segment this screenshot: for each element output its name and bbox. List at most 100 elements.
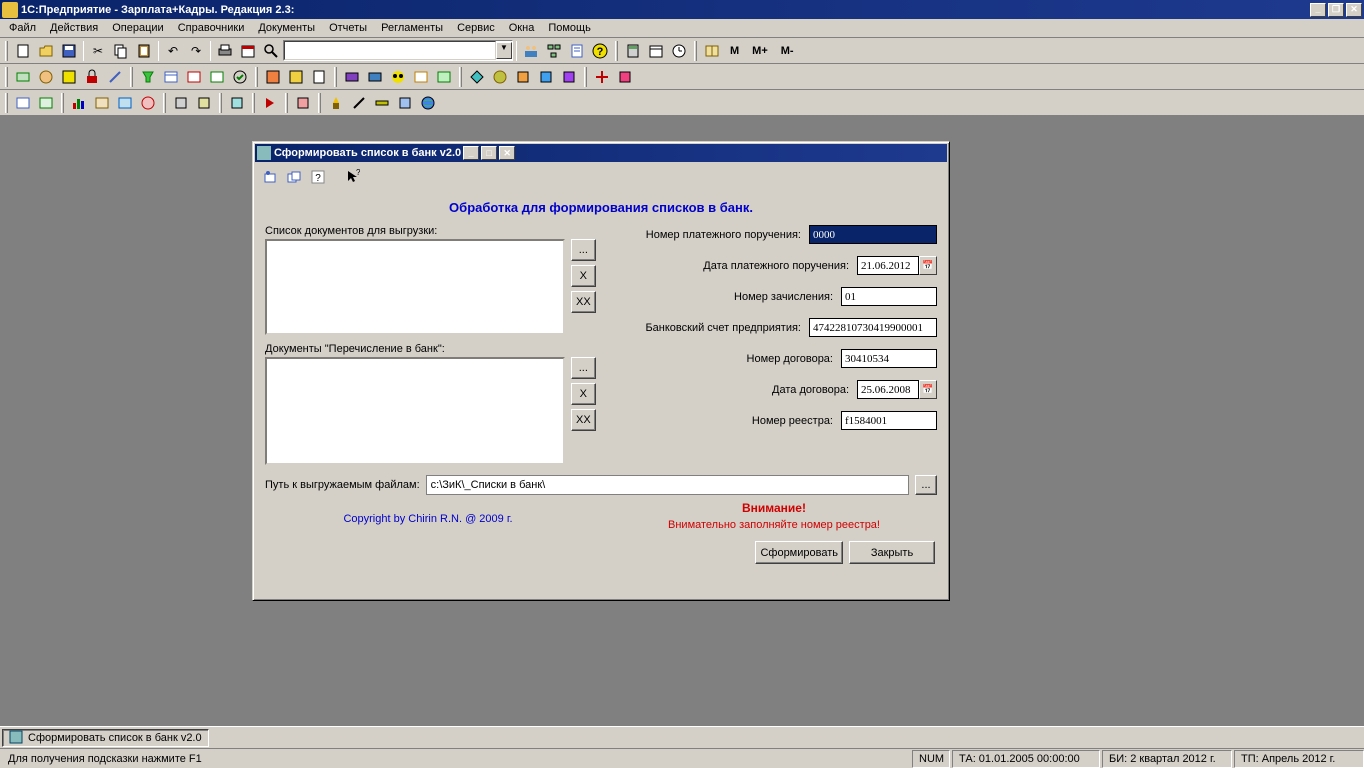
tb3-icon-8[interactable] (193, 92, 215, 114)
tb2-icon-25[interactable] (614, 66, 636, 88)
tb-print-icon[interactable] (214, 40, 236, 62)
restore-button[interactable]: ❐ (1328, 3, 1344, 17)
path-browse-button[interactable]: ... (915, 475, 937, 495)
tb2-icon-2[interactable] (35, 66, 57, 88)
tb2-icon-3[interactable] (58, 66, 80, 88)
tb-memory-mminus[interactable]: M- (775, 40, 800, 62)
tb2-icon-11[interactable] (262, 66, 284, 88)
tb2-icon-4[interactable] (81, 66, 103, 88)
tb3-icon-9[interactable] (226, 92, 248, 114)
contract-date-picker-button[interactable]: 📅 (919, 380, 937, 399)
payment-number-input[interactable] (809, 225, 937, 244)
tb-undo-icon[interactable]: ↶ (162, 40, 184, 62)
transfer-remove-all-button[interactable]: XX (571, 409, 596, 431)
tb3-icon-2[interactable] (35, 92, 57, 114)
tb2-icon-9[interactable] (206, 66, 228, 88)
tb3-icon-14[interactable] (371, 92, 393, 114)
tb-cut-icon[interactable]: ✂ (87, 40, 109, 62)
doclist-remove-all-button[interactable]: XX (571, 291, 596, 313)
tb3-play-icon[interactable] (259, 92, 281, 114)
menu-service[interactable]: Сервис (450, 20, 502, 36)
dlg-tb-help-icon[interactable]: ? (307, 166, 329, 188)
doclist-listbox[interactable] (265, 239, 565, 335)
tb3-globe-icon[interactable] (417, 92, 439, 114)
tb-save-icon[interactable] (58, 40, 80, 62)
minimize-button[interactable]: _ (1310, 3, 1326, 17)
menu-reports[interactable]: Отчеты (322, 20, 374, 36)
doclist-remove-button[interactable]: X (571, 265, 596, 287)
tb-memory-mplus[interactable]: M+ (746, 40, 774, 62)
tb2-icon-6[interactable] (137, 66, 159, 88)
tb3-icon-5[interactable] (114, 92, 136, 114)
bank-account-input[interactable] (809, 318, 937, 337)
tb3-icon-11[interactable] (292, 92, 314, 114)
tb2-icon-13[interactable] (308, 66, 330, 88)
tb2-icon-15[interactable] (364, 66, 386, 88)
close-dialog-button[interactable]: Закрыть (849, 541, 935, 564)
menu-documents[interactable]: Документы (251, 20, 322, 36)
tb-open-icon[interactable] (35, 40, 57, 62)
registry-number-input[interactable] (841, 411, 937, 430)
tb-doc-icon[interactable] (566, 40, 588, 62)
tb2-icon-1[interactable] (12, 66, 34, 88)
tb3-icon-6[interactable] (137, 92, 159, 114)
dialog-minimize-button[interactable]: _ (463, 146, 479, 160)
tb-clock-icon[interactable] (668, 40, 690, 62)
menu-file[interactable]: Файл (2, 20, 43, 36)
tb-book-icon[interactable] (701, 40, 723, 62)
dlg-tb-icon-1[interactable] (259, 166, 281, 188)
tb2-icon-12[interactable] (285, 66, 307, 88)
tb-date-icon[interactable] (645, 40, 667, 62)
tb-people-icon[interactable] (520, 40, 542, 62)
menu-reglaments[interactable]: Регламенты (374, 20, 450, 36)
dialog-maximize-button[interactable]: □ (481, 146, 497, 160)
tb2-icon-14[interactable] (341, 66, 363, 88)
credit-number-input[interactable] (841, 287, 937, 306)
tb-tree-icon[interactable] (543, 40, 565, 62)
menu-windows[interactable]: Окна (502, 20, 542, 36)
dlg-tb-pointer-icon[interactable]: ? (341, 166, 363, 188)
tb3-icon-4[interactable] (91, 92, 113, 114)
taskbar-item[interactable]: Сформировать список в банк v2.0 (2, 729, 209, 747)
tb3-icon-12[interactable] (325, 92, 347, 114)
tb2-icon-5[interactable] (104, 66, 126, 88)
tb3-chart-icon[interactable] (68, 92, 90, 114)
doclist-browse-button[interactable]: ... (571, 239, 596, 261)
tb2-icon-18[interactable] (433, 66, 455, 88)
tb2-icon-19[interactable] (466, 66, 488, 88)
tb3-icon-13[interactable] (348, 92, 370, 114)
tb2-icon-21[interactable] (512, 66, 534, 88)
tb3-icon-15[interactable] (394, 92, 416, 114)
dialog-close-button[interactable]: ✕ (499, 146, 515, 160)
tb2-icon-10[interactable] (229, 66, 251, 88)
menu-directories[interactable]: Справочники (171, 20, 252, 36)
menu-help[interactable]: Помощь (541, 20, 598, 36)
tb-copy-icon[interactable] (110, 40, 132, 62)
close-button[interactable]: ✕ (1346, 3, 1362, 17)
menu-actions[interactable]: Действия (43, 20, 105, 36)
tb-paste-icon[interactable] (133, 40, 155, 62)
tb2-icon-17[interactable] (410, 66, 432, 88)
dlg-tb-icon-2[interactable] (283, 166, 305, 188)
tb2-icon-20[interactable] (489, 66, 511, 88)
tb3-icon-7[interactable] (170, 92, 192, 114)
transfer-listbox[interactable] (265, 357, 565, 465)
contract-number-input[interactable] (841, 349, 937, 368)
transfer-browse-button[interactable]: ... (571, 357, 596, 379)
tb-calc-icon[interactable] (622, 40, 644, 62)
payment-date-input[interactable] (857, 256, 919, 275)
tb2-icon-7[interactable] (160, 66, 182, 88)
tb3-icon-1[interactable] (12, 92, 34, 114)
tb-search-dropdown[interactable]: ▼ (283, 40, 513, 61)
transfer-remove-button[interactable]: X (571, 383, 596, 405)
tb-help-icon[interactable]: ? (589, 40, 611, 62)
tb-memory-m[interactable]: M (724, 40, 745, 62)
tb2-icon-22[interactable] (535, 66, 557, 88)
tb-new-icon[interactable] (12, 40, 34, 62)
menu-operations[interactable]: Операции (105, 20, 170, 36)
form-button[interactable]: Сформировать (755, 541, 843, 564)
tb-calendar-icon[interactable] (237, 40, 259, 62)
tb2-sunglasses-icon[interactable] (387, 66, 409, 88)
tb-find-icon[interactable] (260, 40, 282, 62)
tb-redo-icon[interactable]: ↷ (185, 40, 207, 62)
